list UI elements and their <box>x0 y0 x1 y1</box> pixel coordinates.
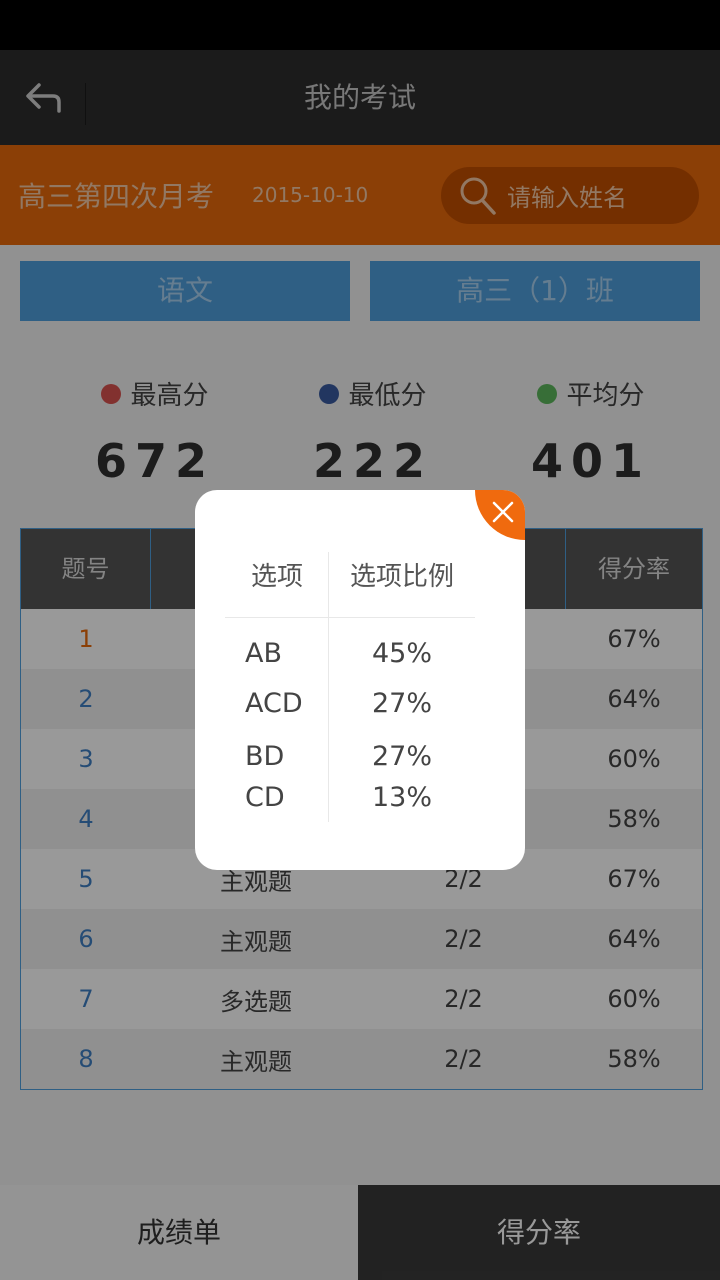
popup-header-ratio: 选项比例 <box>349 562 454 592</box>
option-ratio: 27% <box>371 741 432 772</box>
option-label: ACD <box>245 688 303 719</box>
popup-header-option: 选项 <box>250 562 303 592</box>
option-label: CD <box>245 782 285 813</box>
option-ratio: 45% <box>371 638 432 669</box>
option-ratio-popup: 选项 选项比例 AB 45% ACD 27% BD 27% CD 13% <box>195 490 525 870</box>
option-label: AB <box>245 638 282 669</box>
popup-row: AB 45% <box>225 638 475 669</box>
option-ratio: 13% <box>371 782 432 813</box>
popup-row: BD 27% <box>225 741 475 772</box>
popup-row: CD 13% <box>225 782 475 813</box>
option-ratio: 27% <box>371 688 432 719</box>
option-label: BD <box>245 741 285 772</box>
close-button[interactable] <box>475 490 525 540</box>
close-icon <box>491 500 515 524</box>
popup-row: ACD 27% <box>225 688 475 719</box>
popup-header: 选项 选项比例 <box>225 552 475 618</box>
